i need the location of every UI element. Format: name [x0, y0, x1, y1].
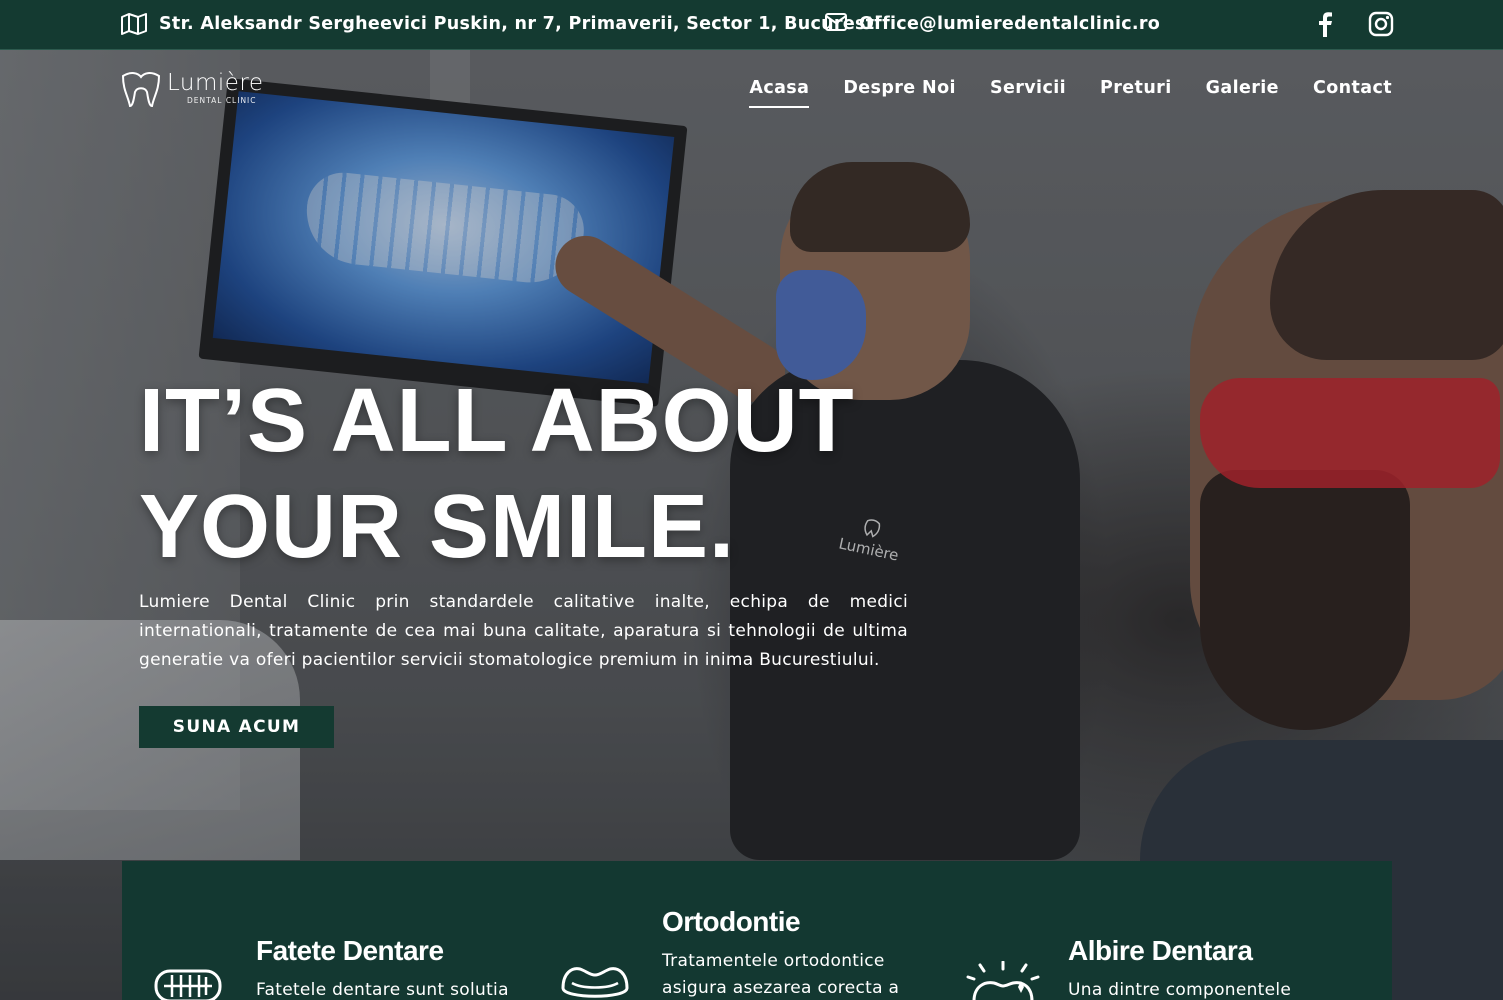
- email-text: Office@lumieredentalclinic.ro: [859, 14, 1161, 34]
- nav-item-despre-noi[interactable]: Despre Noi: [843, 78, 956, 108]
- service-card-albire[interactable]: Albire Dentara Una dintre componentele c…: [1068, 935, 1328, 1000]
- service-title: Fatete Dentare: [256, 935, 444, 966]
- service-title: Ortodontie: [662, 906, 801, 937]
- tooth-logo-icon: [121, 72, 161, 108]
- service-desc: Fatetele dentare sunt solutia: [256, 980, 509, 1000]
- service-title: Albire Dentara: [1068, 935, 1253, 966]
- main-nav: Acasa Despre Noi Servicii Preturi Galeri…: [749, 78, 1392, 108]
- headline-line-2: YOUR SMILE.: [139, 477, 736, 577]
- map-icon: [121, 13, 147, 35]
- topbar-email[interactable]: Office@lumieredentalclinic.ro: [825, 13, 1160, 35]
- aligner-icon: [560, 963, 630, 1000]
- instagram-icon[interactable]: [1368, 11, 1394, 37]
- service-card-ortodontie[interactable]: Ortodontie Tratamentele ortodontice asig…: [662, 906, 922, 1000]
- call-now-button[interactable]: SUNA ACUM: [139, 706, 334, 748]
- envelope-icon: [825, 13, 847, 35]
- brand-logo[interactable]: Lumière DENTAL CLINIC: [121, 70, 281, 108]
- brand-name: Lumière: [167, 70, 264, 96]
- facebook-icon[interactable]: [1315, 11, 1341, 37]
- brand-subtitle: DENTAL CLINIC: [187, 96, 257, 105]
- headline-line-1: IT’S ALL ABOUT: [139, 371, 855, 471]
- address-text: Str. Aleksandr Sergheevici Puskin, nr 7,…: [159, 14, 881, 34]
- hero-intro: Lumiere Dental Clinic prin standardele c…: [139, 592, 908, 670]
- whitening-icon: [966, 960, 1040, 1000]
- topbar-address[interactable]: Str. Aleksandr Sergheevici Puskin, nr 7,…: [121, 13, 881, 35]
- hero-headline: IT’S ALL ABOUT YOUR SMILE.: [139, 368, 959, 580]
- nav-item-contact[interactable]: Contact: [1313, 78, 1392, 108]
- nav-item-galerie[interactable]: Galerie: [1206, 78, 1279, 108]
- nav-item-servicii[interactable]: Servicii: [990, 78, 1066, 108]
- nav-item-preturi[interactable]: Preturi: [1100, 78, 1172, 108]
- services-panel: Fatete Dentare Fatetele dentare sunt sol…: [122, 861, 1392, 1000]
- service-desc: Tratamentele ortodontice asigura asezare…: [662, 951, 900, 998]
- service-desc: Una dintre componentele cele: [1068, 980, 1292, 1000]
- nav-item-acasa[interactable]: Acasa: [749, 78, 810, 108]
- service-card-fatete[interactable]: Fatete Dentare Fatetele dentare sunt sol…: [256, 935, 516, 1000]
- teeth-icon: [154, 969, 222, 1000]
- topbar: Str. Aleksandr Sergheevici Puskin, nr 7,…: [0, 0, 1503, 50]
